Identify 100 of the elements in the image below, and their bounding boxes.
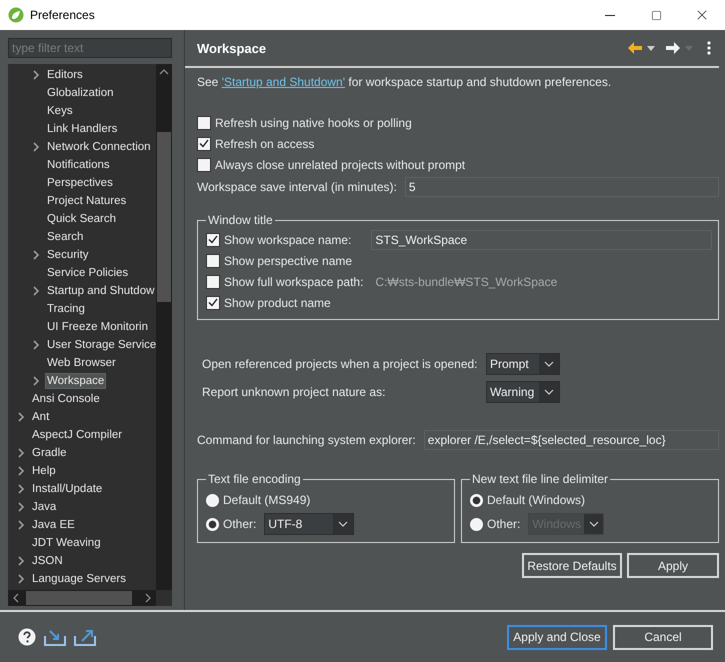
tree-item[interactable]: Java: [30, 499, 58, 515]
tree-item[interactable]: Project Natures: [45, 193, 128, 209]
interval-field[interactable]: 5: [404, 177, 719, 197]
checkbox[interactable]: [197, 116, 211, 130]
checkbox-label: Refresh using native hooks or polling: [215, 116, 412, 130]
check-icon: [208, 235, 218, 244]
tree-item[interactable]: Ansi Console: [30, 391, 102, 407]
field-label: Workspace save interval (in minutes):: [197, 180, 397, 194]
group-title: Window title: [207, 213, 274, 227]
checkbox[interactable]: [206, 254, 220, 268]
tree-item[interactable]: Java EE: [30, 517, 77, 533]
group-title: Text file encoding: [207, 472, 302, 486]
expand-chevron-icon[interactable]: [32, 142, 40, 152]
tree-item[interactable]: Help: [30, 463, 58, 479]
apply-and-close-button[interactable]: Apply and Close: [507, 624, 607, 650]
tree-item[interactable]: Notifications: [45, 157, 112, 173]
checkbox-label: Always close unrelated projects without prompt: [215, 158, 466, 172]
dropdown[interactable]: Prompt: [486, 353, 560, 375]
expand-chevron-icon[interactable]: [32, 286, 40, 296]
tree-item[interactable]: JSON: [30, 553, 65, 569]
expand-chevron-icon[interactable]: [17, 502, 25, 512]
tree-item[interactable]: Quick Search: [45, 211, 118, 227]
tree-item[interactable]: Network Connection: [45, 139, 153, 155]
restore-defaults-button[interactable]: Restore Defaults: [522, 553, 622, 578]
tree-item[interactable]: Install/Update: [30, 481, 104, 497]
radio-label: Other:: [223, 517, 256, 531]
radio-button[interactable]: [470, 494, 483, 506]
expand-chevron-icon[interactable]: [17, 520, 25, 530]
tree-item[interactable]: Link Handlers: [45, 121, 120, 137]
import-icon[interactable]: [44, 628, 66, 646]
tree-item[interactable]: Ant: [30, 409, 52, 425]
checkbox-label: Show workspace name:: [224, 232, 352, 246]
checkbox-label: Show full workspace path:: [224, 274, 364, 288]
tree-item[interactable]: User Storage Service: [45, 337, 156, 353]
tree-item[interactable]: Perspectives: [45, 175, 115, 191]
workspace-name-field[interactable]: STS_WorkSpace: [371, 230, 712, 250]
tree-item[interactable]: Web Browser: [45, 355, 118, 371]
group-title: New text file line delimiter: [471, 472, 610, 486]
checkbox-label: Show perspective name: [224, 254, 352, 268]
expand-chevron-icon[interactable]: [32, 340, 40, 350]
tree-item[interactable]: Tracing: [45, 301, 87, 317]
horizontal-scrollbar[interactable]: [8, 590, 156, 606]
cancel-button[interactable]: Cancel: [613, 624, 713, 650]
tree-item[interactable]: AspectJ Compiler: [30, 427, 124, 443]
leaf-logo-icon: [8, 7, 24, 23]
radio-label: Default (Windows): [487, 493, 586, 507]
select-label: Open referenced projects when a project is opened:: [202, 357, 479, 371]
checkbox[interactable]: [197, 158, 211, 172]
filter-field[interactable]: type filter text: [8, 38, 172, 58]
checkbox-label: Show product name: [224, 296, 331, 310]
tree-item[interactable]: Startup and Shutdow: [45, 283, 156, 299]
dropdown[interactable]: Warning: [486, 381, 560, 403]
expand-chevron-icon[interactable]: [17, 466, 25, 476]
checkbox[interactable]: [197, 136, 211, 150]
page-title: Workspace: [197, 40, 268, 56]
checkbox[interactable]: [206, 274, 220, 288]
checkbox-label: Refresh on access: [215, 136, 314, 150]
maximize-icon: [650, 10, 662, 20]
tree-item[interactable]: UI Freeze Monitorin: [45, 319, 150, 335]
check-icon: [208, 298, 218, 307]
tree-item[interactable]: Search: [45, 229, 86, 245]
radio-button[interactable]: [206, 494, 219, 506]
back-arrow-icon[interactable]: [627, 41, 643, 55]
tree-item[interactable]: Language Servers: [30, 571, 128, 587]
window-title: Preferences: [30, 8, 96, 22]
help-icon[interactable]: [18, 628, 36, 646]
dropdown[interactable]: UTF-8: [264, 513, 354, 535]
checkbox[interactable]: [206, 296, 220, 310]
checkbox[interactable]: [206, 232, 220, 246]
expand-chevron-icon[interactable]: [17, 574, 25, 584]
export-icon[interactable]: [74, 628, 96, 646]
expand-chevron-icon[interactable]: [32, 376, 40, 386]
radio-label: Other:: [487, 517, 520, 531]
tree-item[interactable]: Keys: [45, 103, 75, 119]
field-label: Command for launching system explorer:: [197, 433, 416, 447]
tree-item[interactable]: Workspace: [45, 373, 106, 389]
expand-chevron-icon[interactable]: [17, 412, 25, 422]
tree-item[interactable]: JDT Weaving: [30, 535, 103, 551]
tree-item[interactable]: Security: [45, 247, 91, 263]
radio-label: Default (MS949): [223, 493, 310, 507]
expand-chevron-icon[interactable]: [17, 484, 25, 494]
tree-item[interactable]: Service Policies: [45, 265, 130, 281]
check-icon: [199, 139, 209, 148]
command-field[interactable]: explorer /E,/select=${selected_resource_loc}: [424, 430, 719, 450]
apply-button[interactable]: Apply: [627, 553, 719, 578]
expand-chevron-icon[interactable]: [17, 556, 25, 566]
expand-chevron-icon[interactable]: [17, 448, 25, 458]
minimize-icon: [605, 14, 615, 16]
expand-chevron-icon[interactable]: [32, 70, 40, 80]
intro-text: See 'Startup and Shutdown' for workspace startup and shutdown preferences.: [197, 74, 612, 90]
tree-item[interactable]: Globalization: [45, 85, 116, 101]
select-label: Report unknown project nature as:: [202, 385, 386, 399]
forward-arrow-icon[interactable]: [665, 41, 681, 55]
vertical-scrollbar[interactable]: [156, 64, 172, 590]
tree-item[interactable]: Editors: [45, 67, 85, 83]
expand-chevron-icon[interactable]: [32, 250, 40, 260]
startup-link[interactable]: 'Startup and Shutdown': [222, 75, 346, 89]
radio-button[interactable]: [206, 518, 219, 530]
radio-button[interactable]: [470, 518, 483, 530]
tree-item[interactable]: Gradle: [30, 445, 69, 461]
